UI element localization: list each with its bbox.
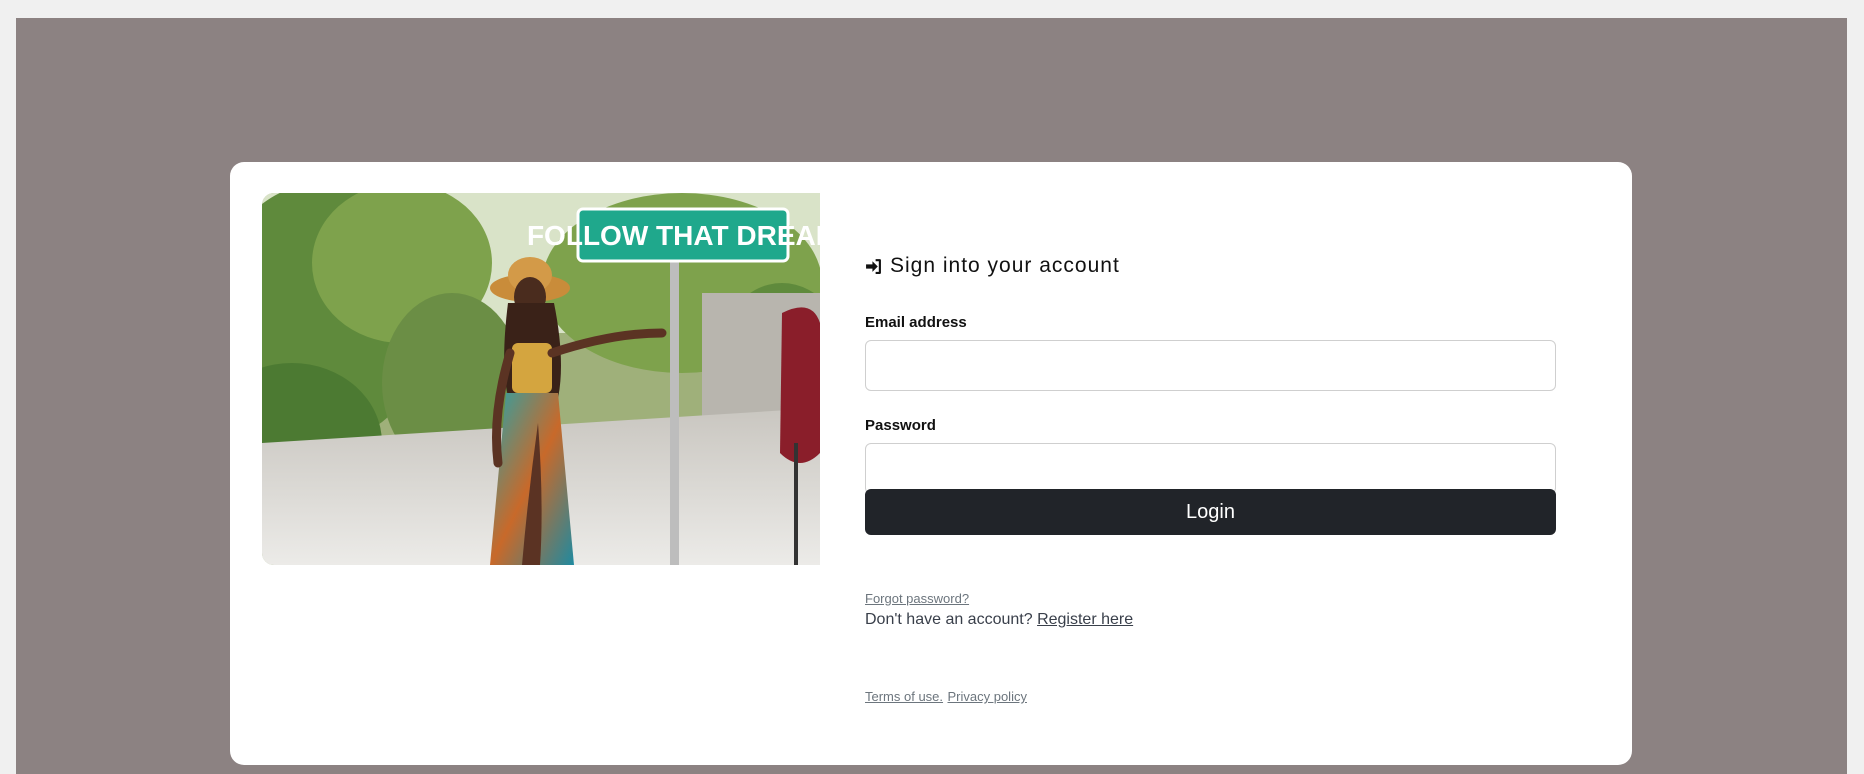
register-link[interactable]: Register here (1037, 611, 1133, 628)
login-card: FOLLOW THAT DREAM Sign into your account… (230, 162, 1632, 765)
footer-links: Terms of use. Privacy policy (865, 688, 1027, 706)
password-label: Password (865, 417, 936, 434)
street-sign-text: FOLLOW THAT DREAM (527, 220, 820, 251)
register-prompt: Don't have an account? (865, 611, 1033, 628)
hero-photo: FOLLOW THAT DREAM (262, 193, 820, 565)
terms-link[interactable]: Terms of use. (865, 689, 943, 704)
password-field[interactable] (865, 443, 1556, 494)
hero-photo-illustration: FOLLOW THAT DREAM (262, 193, 820, 565)
email-label: Email address (865, 314, 967, 331)
email-field[interactable] (865, 340, 1556, 391)
register-row: Don't have an account? Register here (865, 611, 1133, 629)
form-heading: Sign into your account (865, 254, 1120, 278)
login-button[interactable]: Login (865, 489, 1556, 535)
form-heading-text: Sign into your account (890, 254, 1120, 277)
sign-in-icon (866, 258, 881, 274)
forgot-password-link[interactable]: Forgot password? (865, 591, 969, 606)
privacy-link[interactable]: Privacy policy (947, 689, 1026, 704)
page-backdrop: FOLLOW THAT DREAM Sign into your account… (16, 18, 1847, 774)
